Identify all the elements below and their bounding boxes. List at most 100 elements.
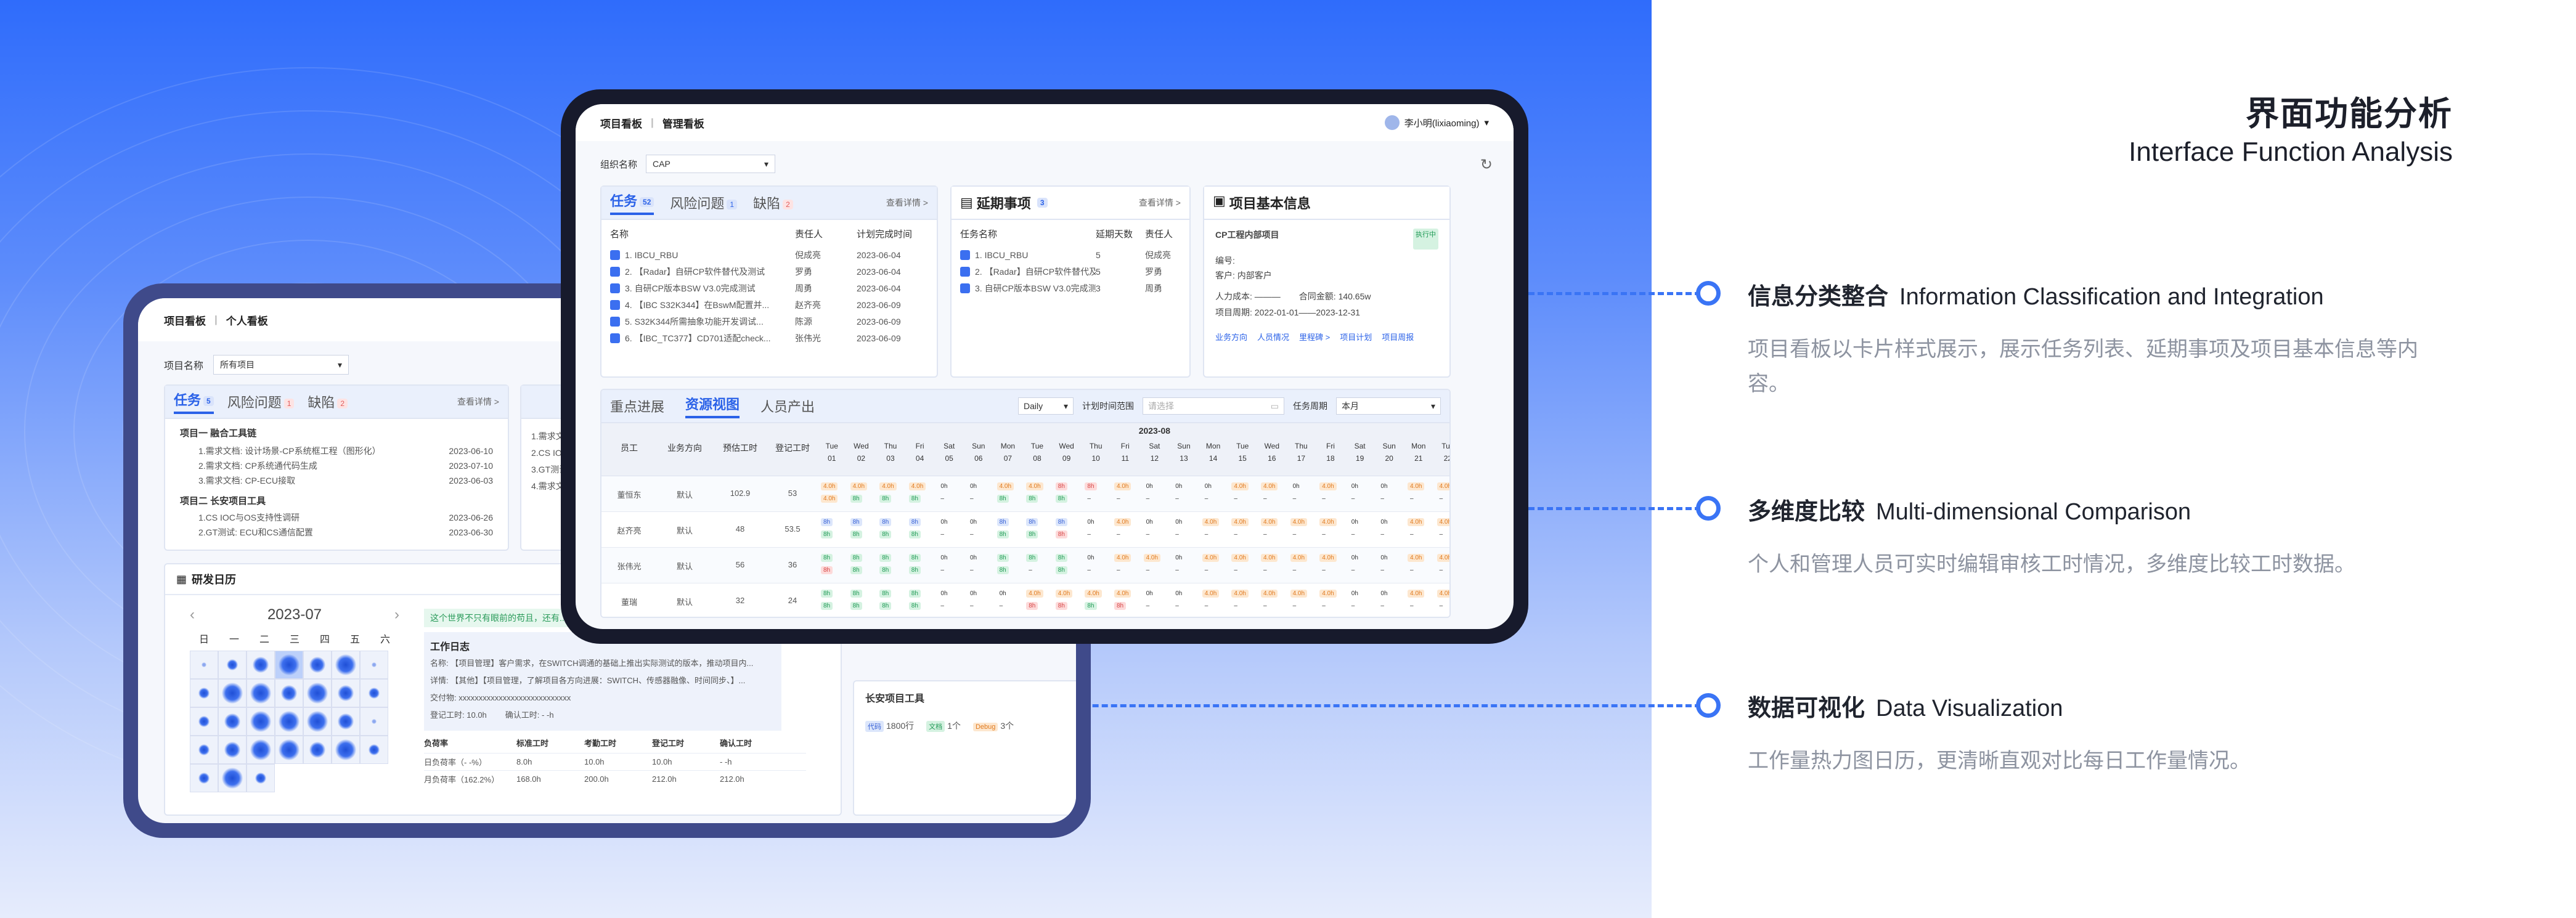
heatmap-day[interactable]: [190, 679, 218, 707]
cycle-select[interactable]: 本月 ▾: [1336, 397, 1441, 415]
hours-cell[interactable]: –: [1144, 602, 1152, 610]
hours-cell[interactable]: –: [1173, 495, 1181, 503]
hours-cell[interactable]: 4.0h: [1114, 554, 1131, 562]
hours-cell[interactable]: 8h: [879, 590, 892, 598]
hours-cell[interactable]: 8h: [821, 602, 833, 610]
hours-cell[interactable]: –: [1261, 530, 1270, 538]
hours-cell[interactable]: 4.0h: [1261, 482, 1278, 490]
hours-cell[interactable]: 8h: [997, 530, 1009, 538]
heatmap-day[interactable]: [303, 736, 332, 764]
hours-cell[interactable]: 4.0h: [1231, 590, 1249, 598]
hours-cell[interactable]: –: [1231, 495, 1240, 503]
hours-cell[interactable]: 8h: [879, 530, 892, 538]
hours-cell[interactable]: 4.0h: [1319, 482, 1337, 490]
back-tab-risk[interactable]: 风险问题 1: [227, 392, 295, 412]
hours-cell[interactable]: 4.0h: [1143, 554, 1161, 562]
heatmap-day[interactable]: [190, 764, 218, 792]
hours-cell[interactable]: 4.0h: [1408, 482, 1425, 490]
hours-cell[interactable]: 8h: [908, 554, 921, 562]
resource-row[interactable]: 张伟光 默认 56 36 8h 8h 8h 8h 8h 8h 8h 8h 0h – 0h – 8h 8h 8h – 8h…: [601, 548, 1449, 583]
heatmap-day[interactable]: [190, 651, 218, 679]
hours-cell[interactable]: –: [1202, 495, 1211, 503]
hours-cell[interactable]: 4.0h: [1290, 590, 1308, 598]
hours-cell[interactable]: 4.0h: [1261, 554, 1278, 562]
heatmap-day[interactable]: [218, 707, 247, 736]
hours-cell[interactable]: 0h: [1378, 554, 1390, 562]
task-row[interactable]: 4. 【IBC S32K344】在BswM配置并... 赵齐亮 2023-06-09: [610, 296, 928, 313]
hours-cell[interactable]: –: [1144, 530, 1152, 538]
hours-cell[interactable]: 8h: [1055, 518, 1067, 526]
hours-cell[interactable]: 8h: [908, 590, 921, 598]
hours-cell[interactable]: –: [1114, 566, 1123, 574]
org-select[interactable]: CAP ▾: [646, 155, 776, 173]
hours-cell[interactable]: 4.0h: [1114, 482, 1131, 490]
hours-cell[interactable]: 8h: [850, 518, 862, 526]
info-link[interactable]: 业务方向: [1215, 331, 1247, 343]
heatmap-day[interactable]: [303, 707, 332, 736]
hours-cell[interactable]: 0h: [968, 554, 979, 562]
hours-cell[interactable]: –: [1202, 566, 1211, 574]
heatmap-day[interactable]: [190, 707, 218, 736]
hours-cell[interactable]: –: [1349, 495, 1358, 503]
hours-cell[interactable]: 0h: [1173, 554, 1184, 562]
task-row[interactable]: 3. 自研CP版本BSW V3.0完成测试 周勇 2023-06-04: [610, 280, 928, 296]
hours-cell[interactable]: 4.0h: [1408, 554, 1425, 562]
hours-cell[interactable]: 8h: [821, 554, 833, 562]
hours-cell[interactable]: –: [1173, 566, 1181, 574]
hours-cell[interactable]: –: [997, 602, 1006, 610]
back-group-item[interactable]: 2.GT测试: ECU和CS通信配置 2023-06-30: [180, 525, 493, 540]
hours-cell[interactable]: –: [1378, 566, 1387, 574]
heatmap-day[interactable]: [247, 764, 275, 792]
hours-cell[interactable]: –: [1408, 530, 1416, 538]
hours-cell[interactable]: –: [1114, 530, 1123, 538]
hours-cell[interactable]: 8h: [850, 530, 862, 538]
hours-cell[interactable]: 4.0h: [1290, 554, 1308, 562]
heatmap-day[interactable]: [332, 651, 360, 679]
back-task-more-link[interactable]: 查看详情 >: [457, 396, 499, 408]
delay-row[interactable]: 1. IBCU_RBU 5 倪成亮: [960, 246, 1181, 263]
hours-cell[interactable]: 4.0h: [1055, 590, 1073, 598]
back-nav-project-board[interactable]: 项目看板: [164, 312, 206, 328]
hours-cell[interactable]: 4.0h: [1437, 482, 1449, 490]
hours-cell[interactable]: 8h: [850, 495, 862, 503]
hours-cell[interactable]: –: [968, 566, 976, 574]
hours-cell[interactable]: 4.0h: [850, 482, 868, 490]
heatmap-day[interactable]: [218, 736, 247, 764]
hours-cell[interactable]: 4.0h: [1437, 518, 1449, 526]
hours-cell[interactable]: 4.0h: [1231, 554, 1249, 562]
hours-cell[interactable]: 4.0h: [908, 482, 926, 490]
checkbox-icon[interactable]: [610, 333, 620, 343]
hours-cell[interactable]: –: [1378, 602, 1387, 610]
task-row[interactable]: 5. S32K344所需抽象功能开发调试... 陈源 2023-06-09: [610, 313, 928, 330]
back-group-item[interactable]: 1.CS IOC与OS支持性调研 2023-06-26: [180, 510, 493, 525]
task-row[interactable]: 6. 【IBC_TC377】CD701适配check... 张伟光 2023-06-…: [610, 330, 928, 346]
back-nav-personal-board[interactable]: 个人看板: [226, 312, 268, 328]
hours-cell[interactable]: 4.0h: [1231, 482, 1249, 490]
hours-cell[interactable]: 4.0h: [1202, 518, 1220, 526]
checkbox-icon[interactable]: [960, 283, 970, 293]
heatmap-day[interactable]: [275, 736, 303, 764]
heatmap-day[interactable]: [332, 707, 360, 736]
hours-cell[interactable]: –: [938, 566, 947, 574]
front-nav-project-board[interactable]: 项目看板: [600, 115, 642, 131]
heatmap-day[interactable]: [275, 707, 303, 736]
hours-cell[interactable]: –: [1408, 566, 1416, 574]
hours-cell[interactable]: 4.0h: [879, 482, 897, 490]
hours-cell[interactable]: 4.0h: [1261, 590, 1278, 598]
info-link[interactable]: 项目计划: [1340, 331, 1372, 343]
hours-cell[interactable]: 4.0h: [1202, 554, 1220, 562]
hours-cell[interactable]: 0h: [1144, 518, 1156, 526]
hours-cell[interactable]: –: [1231, 602, 1240, 610]
hours-cell[interactable]: –: [1349, 566, 1358, 574]
info-link[interactable]: 里程碑 >: [1299, 331, 1330, 343]
heatmap-day[interactable]: [360, 736, 388, 764]
hours-cell[interactable]: –: [1408, 495, 1416, 503]
tab-output[interactable]: 人员产出: [760, 396, 815, 416]
hours-cell[interactable]: –: [1349, 602, 1358, 610]
info-link[interactable]: 项目周报: [1382, 331, 1414, 343]
hours-cell[interactable]: 8h: [1055, 554, 1067, 562]
heatmap-day[interactable]: [218, 651, 247, 679]
heatmap-day[interactable]: [247, 679, 275, 707]
hours-cell[interactable]: 4.0h: [1026, 590, 1043, 598]
hours-cell[interactable]: 8h: [821, 566, 833, 574]
